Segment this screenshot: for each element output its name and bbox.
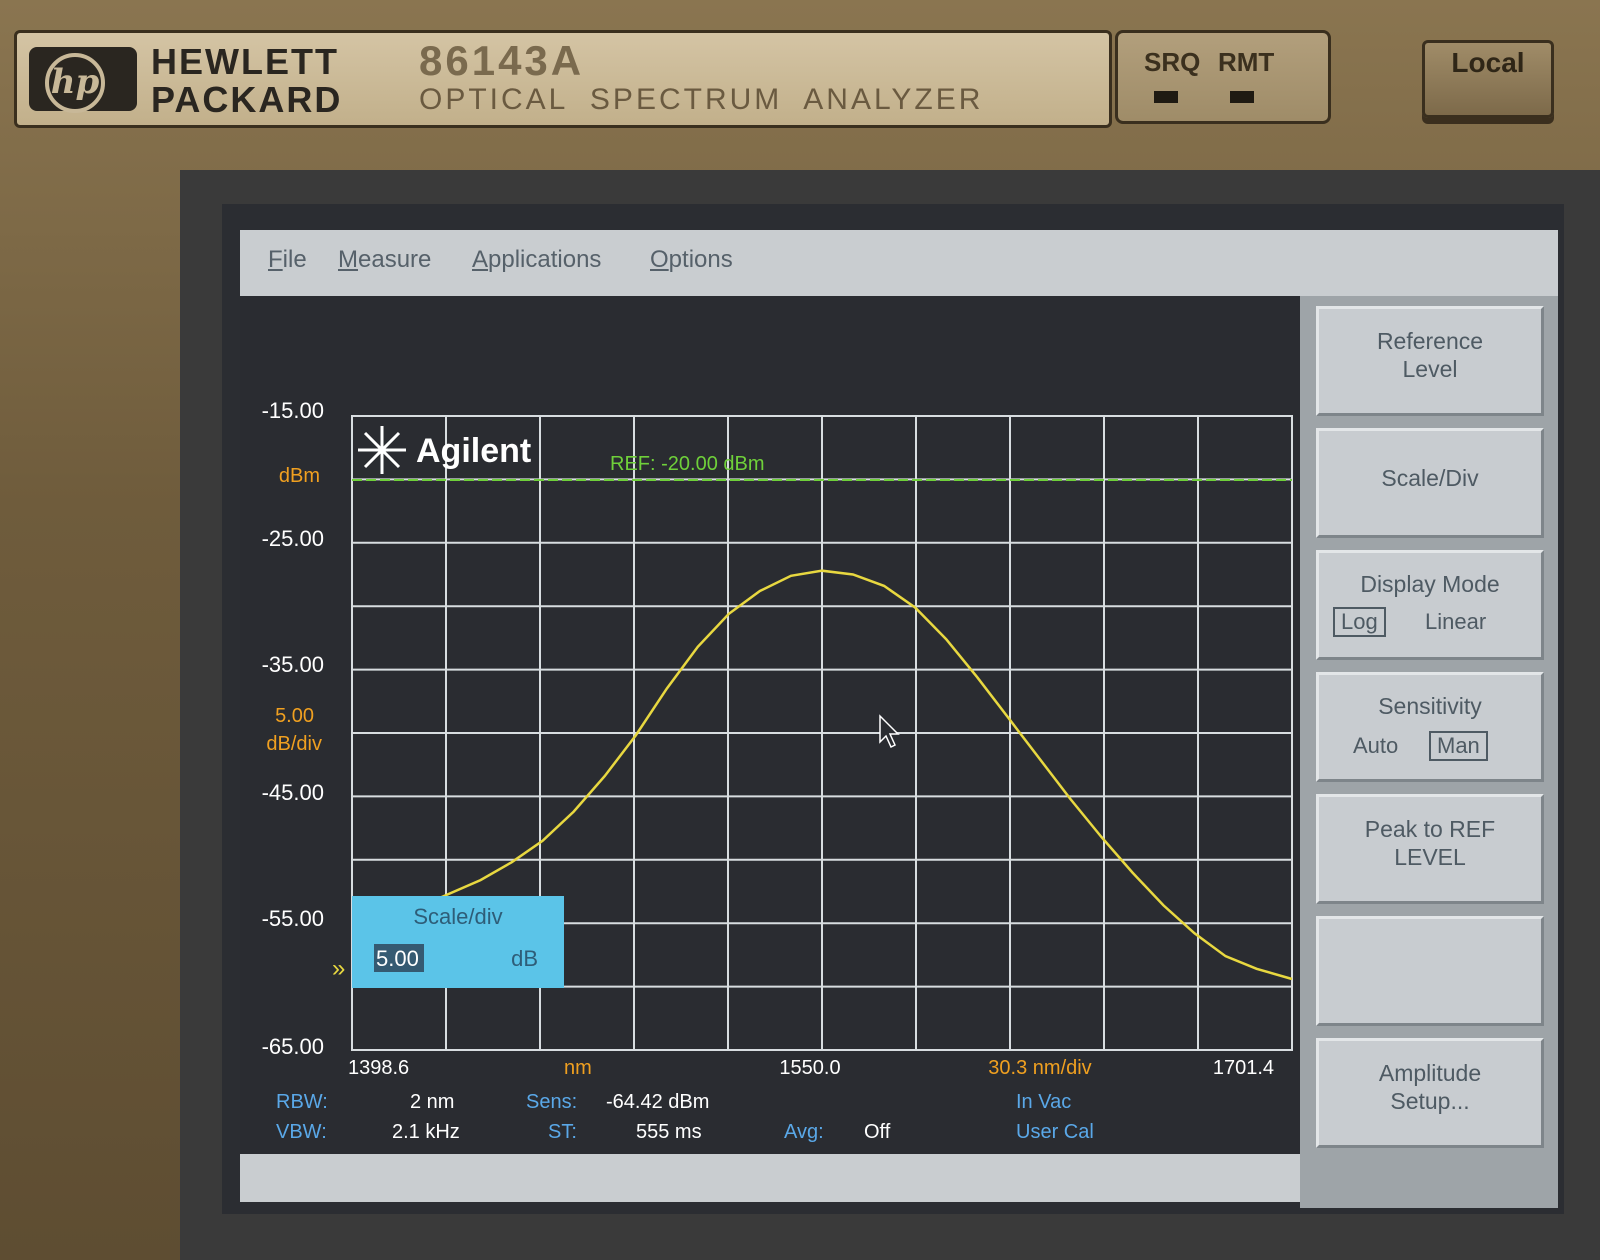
product-name: OPTICAL SPECTRUM ANALYZER [419, 83, 984, 116]
screen: File Measure Applications Options -15.00… [222, 204, 1564, 1214]
scale-unit-label: dB/div [266, 733, 322, 755]
menu-applications[interactable]: Applications [472, 246, 601, 274]
reference-line-label: REF: -20.00 dBm [610, 453, 765, 475]
x-per-div-label: 30.3 nm/div [988, 1057, 1091, 1079]
menu-bar: File Measure Applications Options [240, 230, 1558, 298]
display-mode-linear-option[interactable]: Linear [1425, 609, 1486, 635]
vbw-label: VBW: [276, 1121, 327, 1143]
y-tick-label: -15.00 [262, 398, 324, 423]
softkey-label: Scale/Div [1381, 465, 1479, 491]
x-stop-label: 1701.4 [1213, 1057, 1274, 1079]
user-cal-label: User Cal [1016, 1121, 1094, 1143]
softkey-label: Sensitivity [1378, 693, 1482, 719]
rmt-label: RMT [1218, 47, 1275, 77]
avg-label: Avg: [784, 1121, 824, 1143]
local-button[interactable]: Local [1422, 40, 1554, 118]
y-tick-label: -25.00 [262, 526, 324, 551]
y-tick-label: -35.00 [262, 652, 324, 677]
x-unit-label: nm [564, 1057, 592, 1079]
plot-area: -15.00 -25.00 -35.00 -45.00 -55.00 -65.0… [240, 296, 1300, 1154]
status-indicator-panel: SRQ RMT [1115, 30, 1331, 124]
scale-div-dialog[interactable]: Scale/div 5.00 dB [352, 896, 564, 988]
y-tick-label: -65.00 [262, 1034, 324, 1059]
scale-dialog-unit: dB [511, 946, 538, 971]
softkey-peak-to-ref[interactable]: Peak to REF LEVEL [1316, 794, 1544, 904]
softkey-label: Peak to REF LEVEL [1364, 816, 1496, 870]
st-label: ST: [548, 1121, 577, 1143]
srq-label: SRQ [1144, 47, 1201, 77]
avg-value: Off [864, 1121, 891, 1143]
rbw-value: 2 nm [410, 1091, 454, 1113]
agilent-spark-icon [358, 426, 406, 474]
sens-label: Sens: [526, 1091, 577, 1113]
softkey-label: Amplitude Setup... [1378, 1060, 1482, 1114]
y-tick-label: -45.00 [262, 780, 324, 805]
brand-plate: hp HEWLETT PACKARD 86143A OPTICAL SPECTR… [14, 30, 1112, 128]
softkey-label: Display Mode [1360, 571, 1500, 597]
y-tick-label: -55.00 [262, 906, 324, 931]
sensitivity-auto-option[interactable]: Auto [1353, 733, 1398, 759]
st-value: 555 ms [636, 1121, 702, 1143]
x-start-label: 1398.6 [348, 1057, 409, 1079]
menu-file[interactable]: File [268, 246, 307, 274]
softkey-sensitivity[interactable]: Sensitivity Auto Man [1316, 672, 1544, 782]
model-number: 86143A [419, 37, 585, 84]
sensitivity-man-option[interactable]: Man [1429, 731, 1488, 761]
scale-dialog-value: 5.00 [376, 946, 419, 971]
y-unit-label: dBm [279, 465, 320, 487]
softkey-amplitude-setup[interactable]: Amplitude Setup... [1316, 1038, 1544, 1148]
softkey-display-mode[interactable]: Display Mode Log Linear [1316, 550, 1544, 660]
vbw-value: 2.1 kHz [392, 1121, 460, 1143]
softkey-label: Reference Level [1376, 328, 1484, 382]
hp-logo-mark: hp [45, 53, 105, 113]
spectrum-chart[interactable]: -15.00 -25.00 -35.00 -45.00 -55.00 -65.0… [240, 296, 1300, 1154]
ref-marker-icon: » [332, 955, 345, 982]
hp-logo: hp [29, 47, 137, 113]
softkey-blank[interactable] [1316, 916, 1544, 1026]
rmt-led-icon [1230, 91, 1254, 103]
scale-dialog-title: Scale/div [413, 904, 502, 929]
brand-packard: PACKARD [151, 79, 343, 120]
mouse-cursor-icon [879, 714, 900, 749]
display-mode-log-option[interactable]: Log [1333, 607, 1386, 637]
agilent-logo: Agilent [358, 426, 531, 474]
in-vac-label: In Vac [1016, 1091, 1071, 1113]
x-center-label: 1550.0 [779, 1057, 840, 1079]
agilent-logo-text: Agilent [416, 432, 531, 470]
scale-value-label: 5.00 [275, 705, 314, 727]
softkey-reference-level[interactable]: Reference Level [1316, 306, 1544, 416]
menu-options[interactable]: Options [650, 246, 733, 274]
sens-value: -64.42 dBm [606, 1091, 709, 1113]
bottom-status-strip [240, 1154, 1300, 1202]
brand-hewlett: HEWLETT [151, 41, 339, 82]
softkey-panel: Reference Level Scale/Div Display Mode L… [1300, 296, 1558, 1208]
srq-led-icon [1154, 91, 1178, 103]
menu-measure[interactable]: Measure [338, 246, 431, 274]
softkey-scale-div[interactable]: Scale/Div [1316, 428, 1544, 538]
rbw-label: RBW: [276, 1091, 328, 1113]
